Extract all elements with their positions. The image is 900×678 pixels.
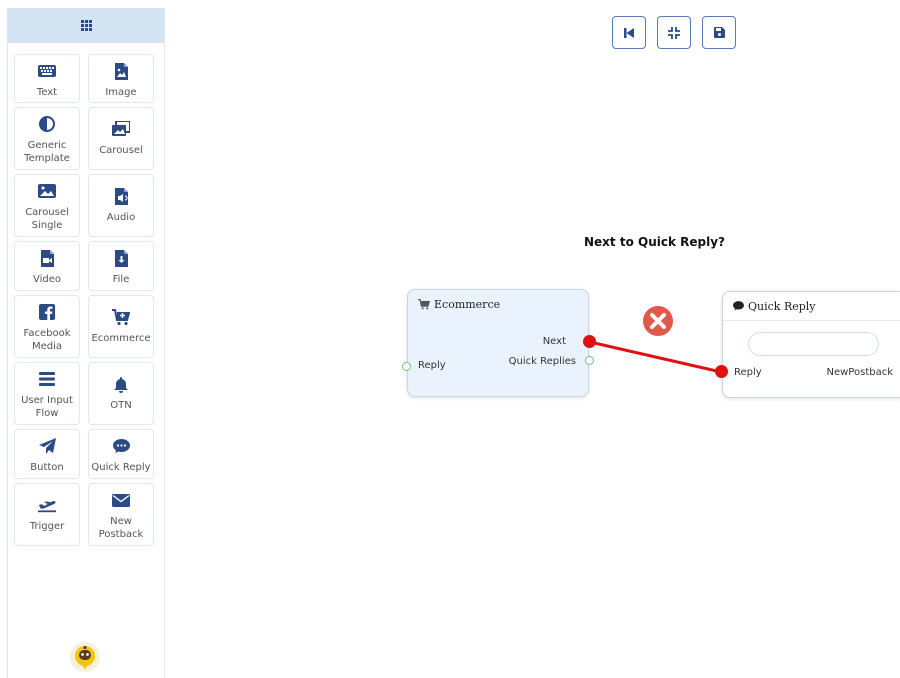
output-port-next[interactable] [583, 335, 596, 348]
input-label-reply: Reply [734, 367, 762, 378]
input-label-reply: Reply [418, 360, 446, 371]
input-port[interactable] [402, 362, 411, 371]
output-label-quick-replies: Quick Replies [508, 356, 576, 367]
quick-reply-node[interactable]: Quick Reply Reply NewPostback [722, 291, 900, 398]
node-title: Quick Reply [723, 292, 900, 321]
chat-icon [733, 301, 744, 311]
output-port-quick-replies[interactable] [585, 356, 594, 365]
input-port[interactable] [715, 365, 728, 378]
delete-connection-icon[interactable] [642, 305, 674, 337]
ecommerce-node[interactable]: Ecommerce Next Quick Replies Reply [407, 289, 589, 397]
node-title: Ecommerce [408, 290, 588, 318]
quick-reply-pill[interactable] [748, 332, 879, 356]
output-label-new-postback: NewPostback [826, 367, 894, 378]
output-label-next: Next [542, 336, 566, 347]
cart-icon [418, 298, 430, 310]
